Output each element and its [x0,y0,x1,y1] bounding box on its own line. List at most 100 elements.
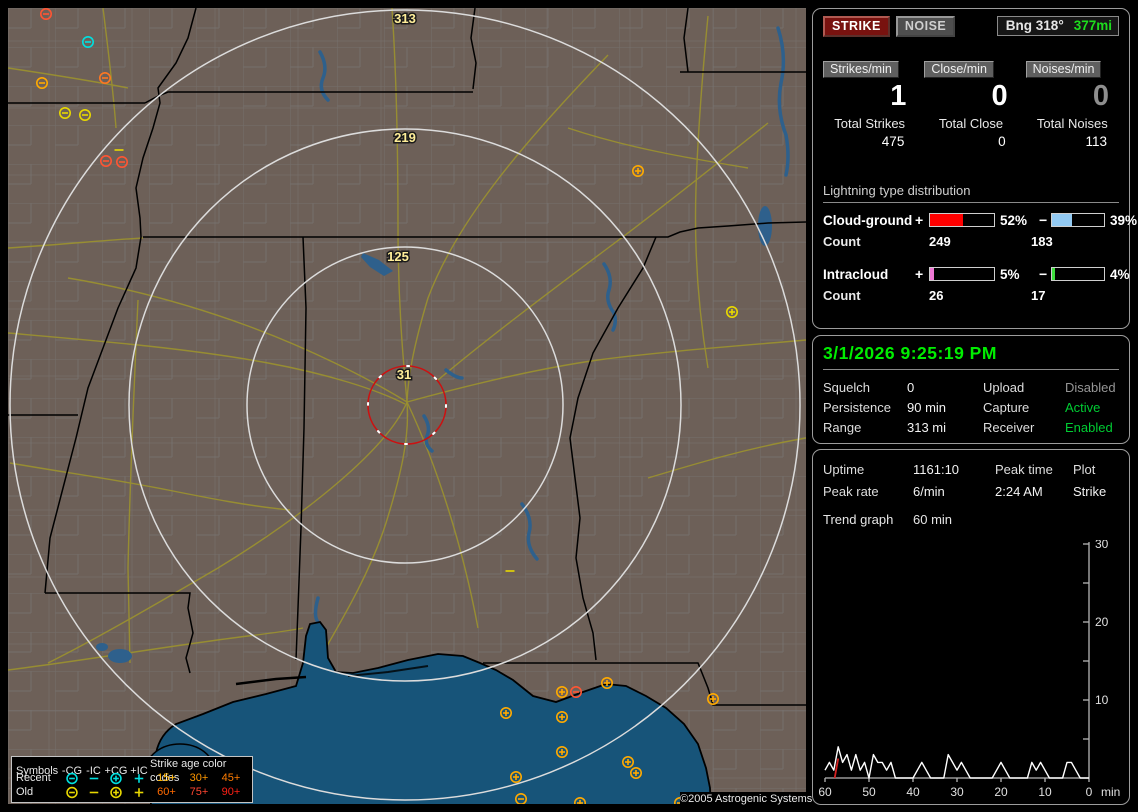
total-close-label: Total Close [938,116,1004,131]
strikes-counter: Strikes/min 1 Total Strikes 475 [823,60,916,149]
ic-positive-count: 26 [929,288,944,303]
cg-negative-count: 183 [1031,234,1053,249]
svg-text:60: 60 [819,785,832,799]
ic-negative-count: 17 [1031,288,1046,303]
svg-text:min: min [1101,785,1120,799]
app-window: 313 219 125 31 Symbols -CG -IC +CG +IC Stri… [0,0,1138,812]
cg-pos-recent-icon [104,772,128,785]
symbol-legend: Symbols -CG -IC +CG +IC Strike age color… [11,756,253,803]
svg-text:10: 10 [1095,693,1109,707]
svg-text:30: 30 [950,785,964,799]
noises-per-min-label: Noises/min [1025,61,1102,78]
cg-positive-pct: 52% [1000,212,1028,228]
cg-negative-bar [1051,213,1105,227]
datetime-display: 3/1/2026 9:25:19 PM [823,343,1119,370]
rate-counters: Strikes/min 1 Total Strikes 475 Close/mi… [823,60,1119,149]
receiver-label: Receiver [983,420,1035,435]
cloud-ground-row: Cloud-ground + 52% − 39% [823,212,1137,228]
intracloud-counts: Count 26 17 [823,288,1119,303]
age-90: 90+ [221,786,241,798]
noise-mode-button[interactable]: NOISE [895,15,956,37]
cloud-ground-counts: Count 249 183 [823,234,1119,249]
total-strikes-value: 475 [881,134,905,149]
cg-positive-count: 249 [929,234,951,249]
strike-mode-button[interactable]: STRIKE [823,15,890,37]
peak-rate-label: Peak rate [823,484,879,499]
status-grid: Squelch 0 Upload Disabled Persistence 90… [823,378,1119,438]
ic-positive-bar [929,267,995,281]
strikes-per-min-label: Strikes/min [823,61,899,78]
cg-positive-bar [929,213,995,227]
noises-per-min-value: 0 [1092,80,1109,112]
mode-button-row: STRIKE NOISE Bng 318° 377mi [823,15,1119,37]
trend-graph-row: Trend graph 60 min [823,510,1119,530]
bearing-value: Bng 318° [1005,18,1064,33]
ic-neg-old-icon [83,786,104,799]
ic-positive-pct: 5% [1000,266,1020,282]
capture-value: Active [1065,400,1101,415]
cloud-ground-label: Cloud-ground [823,212,913,228]
svg-text:31: 31 [397,367,411,382]
plus-sign: + [915,266,924,282]
map-canvas: 313 219 125 31 [8,8,806,804]
noises-counter: Noises/min 0 Total Noises 113 [1025,60,1119,149]
distribution-title: Lightning type distribution [823,183,1119,203]
capture-label: Capture [983,400,1030,415]
svg-text:10: 10 [1038,785,1052,799]
svg-text:20: 20 [994,785,1008,799]
persistence-label: Persistence [823,400,891,415]
svg-text:20: 20 [1095,615,1109,629]
plot-label: Plot [1073,462,1096,477]
persistence-value: 90 min [907,400,947,415]
count-label: Count [823,288,861,303]
uptime-value: 1161:10 [913,462,960,477]
legend-old-label: Old [16,786,34,798]
peak-time-label: Peak time [995,462,1053,477]
age-60: 60+ [157,786,176,798]
trend-panel: Uptime 1161:10 Peak time Plot Peak rate … [812,449,1130,805]
svg-text:125: 125 [387,249,409,264]
age-45: 45+ [221,772,241,784]
cg-pos-old-icon [104,786,128,799]
ic-pos-old-icon [128,786,150,799]
ic-negative-pct: 4% [1110,266,1130,282]
legend-row-recent: Recent 15+ 30+ 45+ [12,771,252,785]
range-value: 313 mi [907,420,947,435]
svg-text:0: 0 [1086,785,1093,799]
bearing-distance: 377mi [1073,18,1112,33]
runtime-grid: Uptime 1161:10 Peak time Plot Peak rate … [823,459,1119,503]
ic-neg-recent-icon [83,772,104,785]
total-noises-value: 113 [1085,134,1107,149]
squelch-value: 0 [907,380,915,395]
svg-text:219: 219 [394,130,416,145]
lightning-map[interactable]: 313 219 125 31 Symbols -CG -IC +CG +IC Stri… [8,8,812,807]
status-panel: 3/1/2026 9:25:19 PM Squelch 0 Upload Dis… [812,335,1130,444]
uptime-label: Uptime [823,462,865,477]
minus-sign: − [1039,266,1048,282]
ic-negative-bar [1051,267,1105,281]
bearing-display: Bng 318° 377mi [996,16,1119,36]
lightning-distribution: Lightning type distribution Cloud-ground… [823,183,1137,303]
trend-graph-value: 60 min [913,512,953,527]
trend-graph-label: Trend graph [823,512,894,527]
plot-value: Strike [1073,484,1107,499]
ic-pos-recent-icon [128,772,150,785]
cg-negative-pct: 39% [1110,212,1138,228]
legend-header: Symbols -CG -IC +CG +IC Strike age color… [12,757,252,784]
total-noises-label: Total Noises [1036,116,1108,131]
total-strikes-label: Total Strikes [834,116,906,131]
total-close-value: 0 [998,134,1006,149]
upload-value: Disabled [1065,380,1116,395]
strike-counters-panel: STRIKE NOISE Bng 318° 377mi Strikes/min 1… [812,8,1137,329]
intracloud-label: Intracloud [823,266,889,282]
count-label: Count [823,234,861,249]
age-30: 30+ [189,772,209,784]
peak-rate-value: 6/min [913,484,945,499]
legend-row-old: Old 60+ 75+ 90+ [12,785,252,799]
age-75: 75+ [189,786,209,798]
intracloud-row: Intracloud + 5% − 4% [823,266,1130,282]
close-per-min-label: Close/min [924,61,994,78]
cg-neg-recent-icon [61,772,83,785]
close-per-min-value: 0 [991,80,1008,112]
minus-sign: − [1039,212,1048,228]
